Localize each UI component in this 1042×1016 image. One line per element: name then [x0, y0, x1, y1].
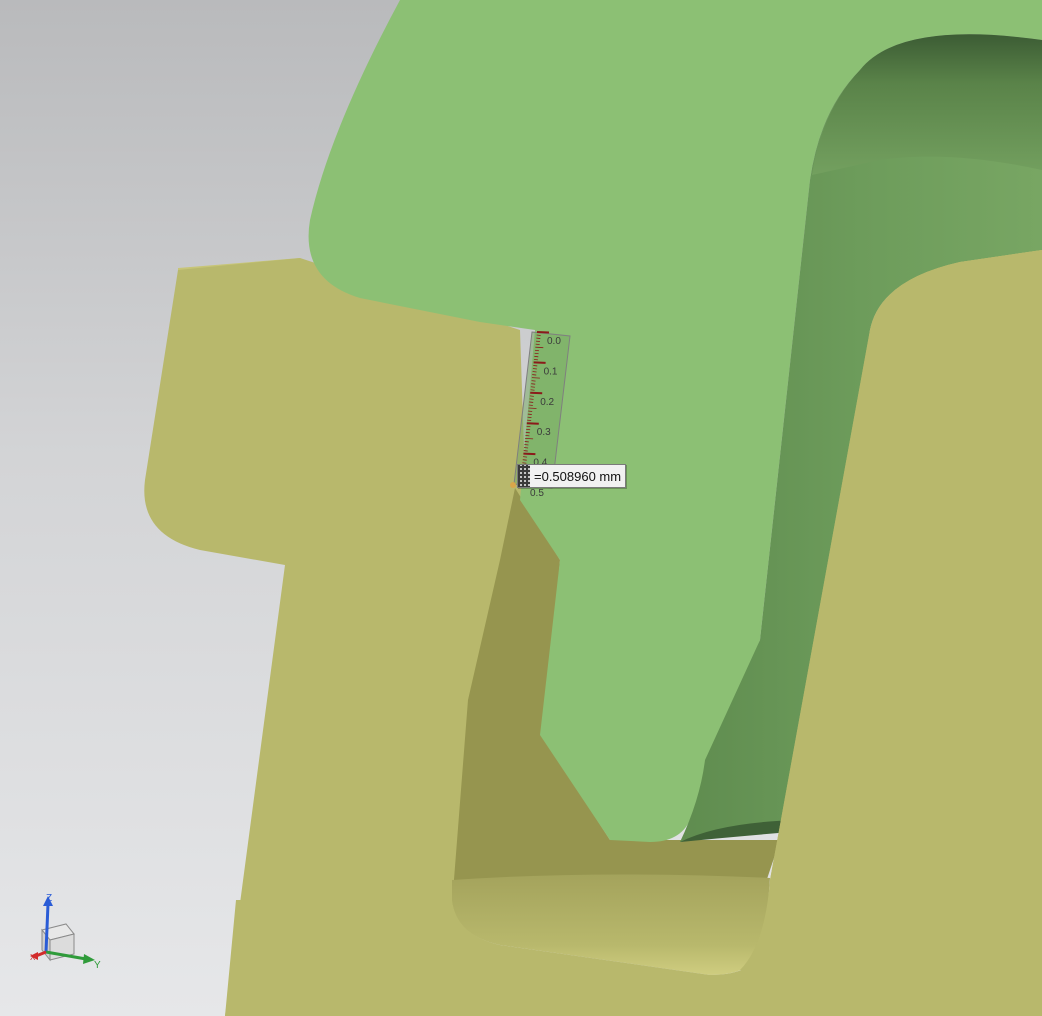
ruler-tick [525, 431, 530, 434]
ruler-tick [526, 425, 531, 428]
ruler-tick [531, 377, 540, 379]
ruler-label: 0.5 [530, 488, 544, 499]
ruler-tick [534, 349, 540, 352]
measurement-value-tag[interactable]: =0.508960 mm [517, 464, 627, 488]
ruler-tick [529, 395, 534, 397]
ruler-tick [533, 365, 538, 367]
ruler-tick [536, 331, 550, 334]
x-label: X [30, 953, 36, 962]
ruler-tick [524, 441, 529, 443]
ruler-tick [522, 459, 527, 461]
ruler-tick [527, 416, 532, 419]
ruler-tick [536, 337, 541, 339]
ruler-label: 0.3 [537, 427, 551, 438]
ruler-tick [528, 410, 533, 412]
ruler-tick [527, 413, 532, 415]
z-label: Z [46, 893, 52, 904]
ruler-label: 0.1 [544, 366, 558, 377]
ruler-tick [524, 447, 529, 449]
ruler-tick [525, 434, 530, 437]
ruler-tick [530, 386, 535, 388]
ruler-tick [529, 398, 534, 400]
ruler-tick [532, 371, 537, 373]
drag-handle-icon[interactable] [518, 465, 530, 487]
ruler-tick [523, 452, 536, 456]
ruler-tick [526, 422, 539, 425]
ruler-tick [531, 383, 536, 385]
ruler-tick [529, 401, 534, 403]
ruler-tick [523, 456, 528, 458]
3d-model-view[interactable]: 0.00.10.20.30.40.5 [0, 0, 1042, 1016]
y-label: Y [94, 960, 101, 971]
ruler-tick [535, 340, 541, 343]
coordinate-triad[interactable]: Z Y X [22, 888, 112, 978]
ruler-tick [532, 374, 537, 376]
ruler-tick [525, 438, 534, 440]
measurement-value: =0.508960 mm [534, 468, 622, 484]
ruler-label: 0.2 [540, 397, 554, 408]
ruler-tick [533, 361, 546, 364]
ruler-tick [530, 389, 535, 391]
ruler-tick [531, 380, 536, 382]
ruler-tick [533, 358, 538, 361]
ruler-tick [536, 334, 541, 336]
ruler-tick [527, 419, 532, 422]
ruler-tick [534, 352, 539, 355]
graphics-viewport[interactable]: 0.00.10.20.30.40.5 =0.508960 mm Z Y X [0, 0, 1042, 1016]
ruler-tick [528, 404, 533, 406]
ruler-tick [528, 407, 537, 409]
ruler-tick [534, 355, 539, 358]
ruler-tick [535, 343, 540, 346]
ruler-label: 0.0 [547, 336, 561, 347]
ruler-tick [530, 391, 543, 395]
ruler-tick [524, 444, 529, 446]
ruler-tick [526, 428, 531, 431]
z-axis-icon [44, 903, 50, 953]
ruler-tick [532, 368, 537, 370]
measurement-point[interactable] [510, 482, 516, 488]
ruler-tick [523, 450, 528, 452]
ruler-tick [535, 346, 544, 349]
